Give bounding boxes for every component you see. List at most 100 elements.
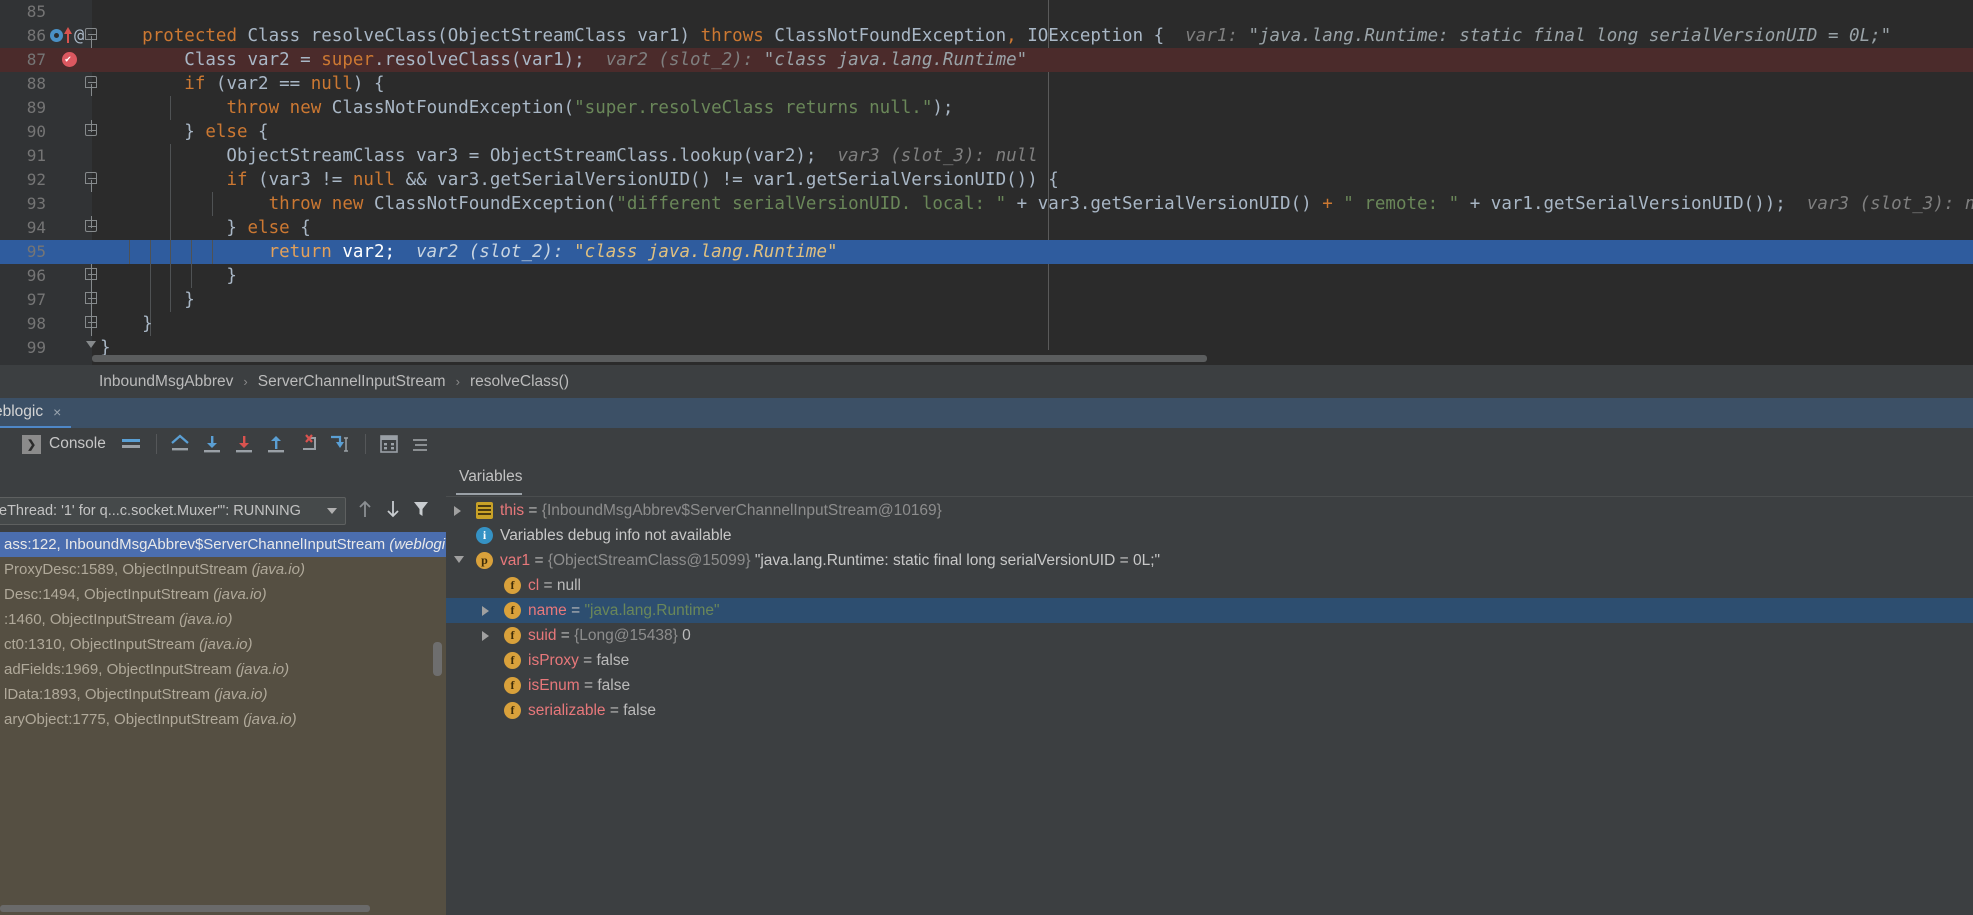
code-line-text[interactable]: } <box>100 312 153 336</box>
line-number[interactable]: 90 <box>0 120 46 144</box>
variable-row[interactable]: f cl = null <box>446 573 1973 598</box>
breadcrumb[interactable]: InboundMsgAbbrev › ServerChannelInputStr… <box>0 365 1973 398</box>
layout-settings-button[interactable] <box>116 430 146 458</box>
fold-gutter[interactable] <box>82 264 100 288</box>
variable-row[interactable]: p var1 = {ObjectStreamClass@15099} "java.… <box>446 548 1973 573</box>
variables-tree[interactable]: this = {InboundMsgAbbrev$ServerChannelIn… <box>446 498 1973 915</box>
line-number[interactable]: 98 <box>0 312 46 336</box>
breadcrumb-item-inner-class[interactable]: ServerChannelInputStream <box>258 373 446 391</box>
breadcrumb-item-class[interactable]: InboundMsgAbbrev <box>99 373 233 391</box>
stack-frame-row[interactable]: adFields:1969, ObjectInputStream (java.i… <box>0 657 446 682</box>
variable-row[interactable]: f isEnum = false <box>446 673 1973 698</box>
stack-frame-row[interactable]: :1460, ObjectInputStream (java.io) <box>0 607 446 632</box>
stack-frame-row[interactable]: ProxyDesc:1589, ObjectInputStream (java.… <box>0 557 446 582</box>
variable-row[interactable]: i Variables debug info not available <box>446 523 1973 548</box>
fold-end-icon[interactable] <box>86 341 96 348</box>
fold-gutter[interactable] <box>82 312 100 336</box>
code-line-text[interactable]: Class var2 = super.resolveClass(var1); v… <box>100 48 1027 72</box>
debug-tool-window-tabs[interactable]: eblogic × <box>0 398 1973 428</box>
line-number[interactable]: 87 <box>0 48 46 72</box>
frames-vertical-scrollbar[interactable] <box>433 642 442 676</box>
line-number[interactable]: 95 <box>0 240 46 264</box>
variable-row[interactable]: f suid = {Long@15438} 0 <box>446 623 1973 648</box>
code-line[interactable]: 90 } else { <box>0 120 1973 144</box>
code-line-text[interactable]: } else { <box>100 216 310 240</box>
frames-down-button[interactable] <box>383 498 403 520</box>
console-toggle-button[interactable]: Console <box>22 434 106 454</box>
code-line-text[interactable]: protected Class resolveClass(ObjectStrea… <box>100 24 1891 48</box>
code-line-text[interactable]: ObjectStreamClass var3 = ObjectStreamCla… <box>100 144 1037 168</box>
code-line[interactable]: 93 throw new ClassNotFoundException("dif… <box>0 192 1973 216</box>
code-line[interactable]: 96 } <box>0 264 1973 288</box>
line-number[interactable]: 92 <box>0 168 46 192</box>
step-into-button[interactable] <box>229 430 259 458</box>
line-number[interactable]: 85 <box>0 0 46 24</box>
variable-row[interactable]: f isProxy = false <box>446 648 1973 673</box>
code-line[interactable]: 98 } <box>0 312 1973 336</box>
variables-panel[interactable]: Variables this = {InboundMsgAbbrev$Serve… <box>446 460 1973 915</box>
code-line-text[interactable]: if (var3 != null && var3.getSerialVersio… <box>100 168 1058 192</box>
frames-panel[interactable]: eThread: '1' for q...c.socket.Muxer'": R… <box>0 460 446 915</box>
evaluate-expression-button[interactable] <box>374 430 404 458</box>
code-line[interactable]: 97 } <box>0 288 1973 312</box>
line-number[interactable]: 99 <box>0 336 46 360</box>
breakpoint-dot-icon[interactable] <box>50 29 63 42</box>
line-number[interactable]: 91 <box>0 144 46 168</box>
fold-gutter[interactable] <box>82 120 100 144</box>
code-line[interactable]: 87 Class var2 = super.resolveClass(var1)… <box>0 48 1973 72</box>
frames-filter-button[interactable] <box>411 498 431 520</box>
breakpoint-verified-icon[interactable] <box>62 48 77 72</box>
settings-button[interactable] <box>406 430 436 458</box>
frames-horizontal-scrollbar[interactable] <box>0 905 370 912</box>
gutter-icons[interactable] <box>48 48 92 72</box>
line-number[interactable]: 93 <box>0 192 46 216</box>
debug-tab-weblogic[interactable]: eblogic × <box>0 398 72 428</box>
run-to-cursor-button[interactable] <box>325 430 355 458</box>
stack-frames-list[interactable]: ass:122, InboundMsgAbbrev$ServerChannelI… <box>0 532 446 915</box>
tab-variables[interactable]: Variables <box>459 468 522 494</box>
code-line-text[interactable]: throw new ClassNotFoundException("super.… <box>100 96 953 120</box>
debug-toolbar[interactable]: Console <box>0 428 1973 460</box>
code-line[interactable]: 85 <box>0 0 1973 24</box>
variables-tab-bar[interactable]: Variables <box>446 460 1973 497</box>
code-line[interactable]: 88 if (var2 == null) { <box>0 72 1973 96</box>
fold-gutter[interactable] <box>82 216 100 240</box>
stack-frame-row[interactable]: ct0:1310, ObjectInputStream (java.io) <box>0 632 446 657</box>
show-execution-point-button[interactable] <box>165 430 195 458</box>
variable-row[interactable]: f serializable = false <box>446 698 1973 723</box>
code-editor[interactable]: 85 86 @ protected Class resolveClass(Objec… <box>0 0 1973 365</box>
code-line-text[interactable]: } else { <box>100 120 268 144</box>
code-line[interactable]: 94 } else { <box>0 216 1973 240</box>
fold-gutter[interactable] <box>82 24 100 48</box>
line-number[interactable]: 94 <box>0 216 46 240</box>
tree-twisty-collapsed-icon[interactable] <box>482 631 489 641</box>
line-number[interactable]: 96 <box>0 264 46 288</box>
step-out-button[interactable] <box>261 430 291 458</box>
code-line-text[interactable]: return var2; var2 (slot_2): "class java.… <box>100 240 838 264</box>
code-lines[interactable]: 85 86 @ protected Class resolveClass(Objec… <box>0 0 1973 360</box>
code-line[interactable]: 86 @ protected Class resolveClass(ObjectS… <box>0 24 1973 48</box>
code-line[interactable]: 92 if (var3 != null && var3.getSerialVer… <box>0 168 1973 192</box>
line-number[interactable]: 97 <box>0 288 46 312</box>
thread-selector[interactable]: eThread: '1' for q...c.socket.Muxer'": R… <box>0 497 346 525</box>
line-number[interactable]: 89 <box>0 96 46 120</box>
chevron-down-icon[interactable] <box>327 508 337 514</box>
stack-frame-row[interactable]: Desc:1494, ObjectInputStream (java.io) <box>0 582 446 607</box>
stack-frame-row[interactable]: ass:122, InboundMsgAbbrev$ServerChannelI… <box>0 532 446 557</box>
code-line[interactable]: 95 return var2; var2 (slot_2): "class ja… <box>0 240 1973 264</box>
override-arrow-icon[interactable] <box>64 27 72 43</box>
line-number[interactable]: 86 <box>0 24 46 48</box>
stack-frame-row[interactable]: aryObject:1775, ObjectInputStream (java.… <box>0 707 446 732</box>
line-number[interactable]: 88 <box>0 72 46 96</box>
stack-frame-row[interactable]: lData:1893, ObjectInputStream (java.io) <box>0 682 446 707</box>
tree-twisty-expanded-icon[interactable] <box>454 556 464 563</box>
variable-row[interactable]: f name = "java.lang.Runtime" <box>446 598 1973 623</box>
code-line[interactable]: 89 throw new ClassNotFoundException("sup… <box>0 96 1973 120</box>
code-line-text[interactable]: if (var2 == null) { <box>100 72 384 96</box>
code-line[interactable]: 91 ObjectStreamClass var3 = ObjectStream… <box>0 144 1973 168</box>
step-over-button[interactable] <box>197 430 227 458</box>
editor-horizontal-scrollbar[interactable] <box>92 355 1207 362</box>
tree-twisty-collapsed-icon[interactable] <box>454 506 461 516</box>
code-line-text[interactable]: throw new ClassNotFoundException("differ… <box>100 192 1973 216</box>
variable-row[interactable]: this = {InboundMsgAbbrev$ServerChannelIn… <box>446 498 1973 523</box>
